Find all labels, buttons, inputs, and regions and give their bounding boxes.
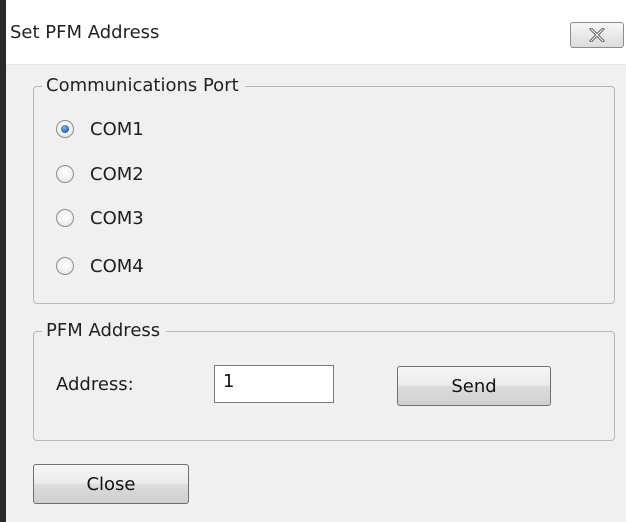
radio-label-com1: COM1: [90, 118, 144, 140]
pfm-address-group: PFM Address Address: Send: [33, 320, 615, 441]
communications-port-legend: Communications Port: [42, 75, 245, 97]
radio-button-com3[interactable]: [56, 209, 74, 227]
radio-com1[interactable]: COM1: [56, 116, 144, 142]
radio-label-com4: COM4: [90, 255, 144, 277]
radio-button-com1[interactable]: [56, 120, 74, 138]
address-label: Address:: [56, 374, 134, 395]
address-input[interactable]: [214, 365, 334, 403]
radio-com3[interactable]: COM3: [56, 205, 144, 231]
close-icon: [589, 28, 605, 42]
title-bar: Set PFM Address: [6, 0, 626, 65]
dialog-window: Set PFM Address Communications Port COM1…: [0, 0, 626, 522]
window-close-button[interactable]: [570, 22, 624, 48]
radio-label-com2: COM2: [90, 163, 144, 185]
radio-com4[interactable]: COM4: [56, 253, 144, 279]
communications-port-group: Communications Port COM1 COM2 COM3 COM4: [33, 75, 615, 304]
pfm-address-legend: PFM Address: [42, 320, 167, 342]
radio-com2[interactable]: COM2: [56, 161, 144, 187]
radio-button-com2[interactable]: [56, 165, 74, 183]
radio-label-com3: COM3: [90, 207, 144, 229]
close-button[interactable]: Close: [33, 464, 189, 504]
send-button[interactable]: Send: [397, 366, 551, 406]
radio-button-com4[interactable]: [56, 257, 74, 275]
window-title: Set PFM Address: [10, 22, 160, 43]
